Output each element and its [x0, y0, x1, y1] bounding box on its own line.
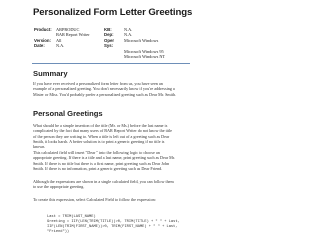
meta-value-os-nt: Microsoft Windows NT — [124, 54, 166, 60]
document-page: Personalized Form Letter Greetings Produ… — [0, 0, 204, 247]
meta-label-os: Oper Sys: — [104, 37, 115, 49]
code-block: Last = TRIM(LAST_NAME) Greeting = IIF(LE… — [47, 215, 182, 235]
meta-label-date: Date: — [34, 43, 45, 49]
header-divider — [32, 63, 190, 64]
meta-row: Oper Sys: Microsoft Windows — [104, 38, 165, 49]
greetings-paragraph-3: Although the expressions are shown in a … — [33, 179, 174, 190]
greetings-paragraph-1: What should be a simple insertion of the… — [33, 123, 173, 150]
meta-row: Date: N.A. — [34, 43, 90, 48]
summary-paragraph: If you have ever received a personalized… — [33, 81, 176, 97]
document-title: Personalized Form Letter Greetings — [33, 7, 193, 18]
meta-label-blank — [104, 54, 124, 59]
meta-value-os: Microsoft Windows — [124, 37, 159, 43]
meta-right-block: KB: N.A. Dep: N.A. Oper Sys: Microsoft W… — [104, 27, 165, 59]
summary-heading: Summary — [33, 69, 68, 78]
meta-row: Microsoft Windows NT — [104, 54, 165, 59]
meta-value-date: N.A. — [56, 43, 65, 49]
personal-greetings-heading: Personal Greetings — [33, 109, 103, 118]
code-line: "Friend")) — [47, 230, 70, 234]
meta-left-block: Product: ARPRODUC BAR Report Writer Vers… — [34, 27, 90, 49]
greetings-paragraph-4: To create this expression, select Calcul… — [33, 197, 156, 202]
greetings-paragraph-2: This calculated field will insert "Dear … — [33, 150, 175, 171]
